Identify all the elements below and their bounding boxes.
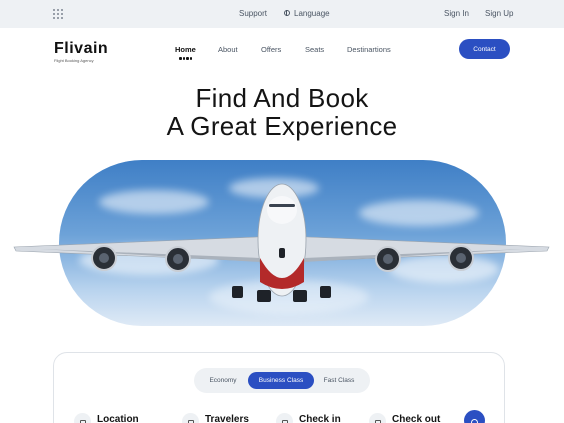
active-indicator <box>179 57 192 60</box>
sign-up-link[interactable]: Sign Up <box>485 9 513 18</box>
brand-name: Flivain <box>54 40 109 57</box>
brand-tagline: Flight Booking Agency <box>54 58 94 63</box>
class-option-fast[interactable]: Fast Class <box>316 372 362 389</box>
nav-home[interactable]: Home <box>175 45 196 54</box>
hero-heading-line-1: Find And Book <box>195 83 369 113</box>
language-label: Language <box>294 9 330 18</box>
hero-image <box>59 160 506 326</box>
nav-offers[interactable]: Offers <box>261 45 281 54</box>
location-field[interactable]: Location <box>74 413 139 423</box>
brand-logo[interactable]: Flivain Flight Booking Agency <box>54 40 109 64</box>
hero-heading: Find And Book A Great Experience <box>0 84 564 140</box>
check-in-label: Check in <box>299 414 341 423</box>
user-icon <box>182 413 199 423</box>
contact-button[interactable]: Contact <box>459 39 510 59</box>
class-option-economy[interactable]: Economy <box>200 372 246 389</box>
sign-in-link[interactable]: Sign In <box>444 9 469 18</box>
check-out-field[interactable]: Check out <box>369 413 440 423</box>
globe-icon <box>284 10 290 16</box>
check-out-label: Check out <box>392 414 441 423</box>
top-utility-bar: Support Language Sign In Sign Up <box>0 0 564 28</box>
check-in-field[interactable]: Check in <box>276 413 341 423</box>
class-option-business[interactable]: Business Class <box>248 372 314 389</box>
nav-seats[interactable]: Seats <box>305 45 324 54</box>
language-selector[interactable]: Language <box>284 9 330 18</box>
location-pin-icon <box>74 413 91 423</box>
travelers-field[interactable]: Travelers <box>182 413 249 423</box>
calendar-icon <box>276 413 293 423</box>
nav-destinations[interactable]: Destinartions <box>347 45 391 54</box>
travelers-label: Travelers <box>205 414 249 423</box>
nav-about[interactable]: About <box>218 45 238 54</box>
support-link[interactable]: Support <box>239 9 267 18</box>
location-label: Location <box>97 414 139 423</box>
calendar-icon <box>369 413 386 423</box>
grid-menu-icon[interactable] <box>53 9 63 19</box>
hero-heading-line-2: A Great Experience <box>166 111 398 141</box>
